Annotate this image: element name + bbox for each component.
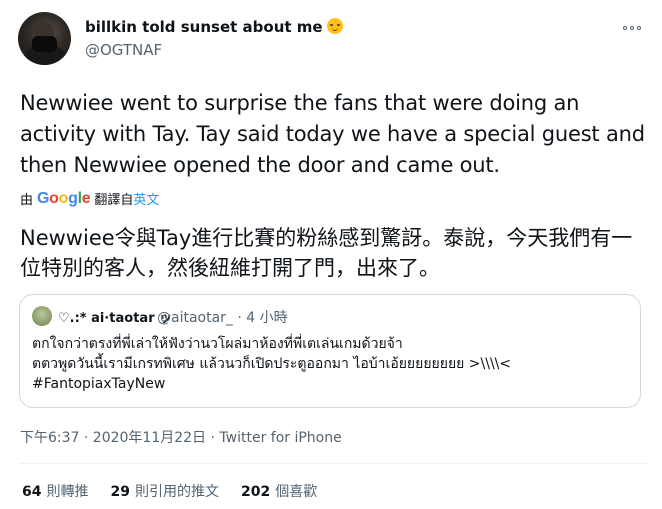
- quoted-hashtag: #FantopiaxTayNew: [32, 376, 166, 392]
- quoted-line: ตกใจกว่าตรงที่พี่เล่าให้ฟังว่านวโผล่มาห้…: [32, 336, 403, 352]
- author-name-text: billkin told sunset about me: [85, 18, 323, 36]
- avatar-mask-shape: [32, 36, 57, 52]
- google-logo: Google: [37, 189, 91, 207]
- quoted-tweet-card[interactable]: ♡.:* ai⋅taotar ッ @aitaotar_ · 4 小時 ตกใจก…: [19, 294, 641, 408]
- quoted-line: ตตวพูดวันนี้เรามีเกรทพิเศษ แล้วนวก็เปิดป…: [32, 356, 512, 372]
- quoted-author-avatar: [32, 306, 52, 326]
- author-avatar[interactable]: [18, 12, 71, 65]
- source-language-link[interactable]: 英文: [133, 189, 159, 208]
- relieved-face-icon: [326, 18, 343, 34]
- tweet-text: Newwiee went to surprise the fans that w…: [20, 91, 645, 177]
- quoted-tweet-text: ตกใจกว่าตรงที่พี่เล่าให้ฟังว่านวโผล่มาห้…: [32, 334, 632, 394]
- quoted-author-name: ♡.:* ai⋅taotar ッ: [58, 311, 173, 326]
- more-options-icon[interactable]: [621, 21, 643, 35]
- quotes-count: 29: [110, 484, 130, 500]
- quotes-label: 則引用的推文: [134, 484, 219, 500]
- likes-stat[interactable]: 202 個喜歡: [241, 481, 317, 501]
- likes-label: 個喜歡: [275, 484, 318, 500]
- translation-attribution: 由 Google 翻譯自 英文: [20, 189, 159, 209]
- tweet-timestamp[interactable]: 下午6:37 · 2020年11月22日 · Twitter for iPhon…: [20, 427, 342, 447]
- likes-count: 202: [240, 484, 271, 500]
- retweets-stat[interactable]: 64 則轉推: [22, 481, 88, 501]
- author-display-name[interactable]: billkin told sunset about me: [85, 18, 343, 36]
- retweets-label: 則轉推: [46, 484, 89, 500]
- quoted-author-handle-time: @aitaotar_ · 4 小時: [157, 310, 288, 326]
- author-handle[interactable]: @OGTNAF: [85, 41, 162, 59]
- translate-prefix: 由: [20, 193, 34, 208]
- quotes-stat[interactable]: 29 則引用的推文: [110, 481, 218, 501]
- translated-text: Newwiee令與Tay進行比賽的粉絲感到驚訝。泰說，今天我們有一位特別的客人，…: [20, 226, 633, 280]
- divider: [20, 463, 650, 464]
- retweets-count: 64: [22, 484, 42, 500]
- engagement-stats: 64 則轉推 29 則引用的推文 202 個喜歡: [22, 481, 317, 501]
- translate-label: 翻譯自: [94, 193, 134, 208]
